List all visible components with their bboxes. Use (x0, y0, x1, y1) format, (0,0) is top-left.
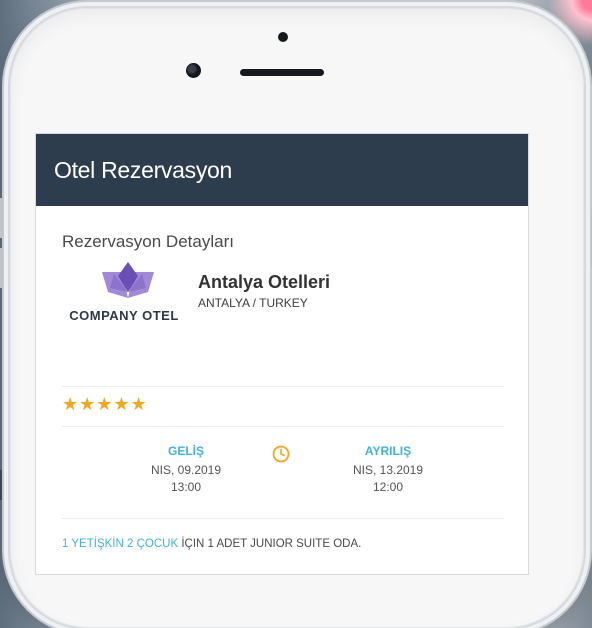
checkout-label: AYRILIŞ (364, 444, 412, 458)
room-description: İÇIN 1 ADET JUNIOR SUITE ODA. (181, 538, 362, 550)
adults-count: 1 YETİŞKİN (62, 538, 124, 550)
volume-button (0, 248, 3, 288)
app-header: Otel Rezervasyon (36, 134, 528, 206)
star-rating: ★★★★★ (62, 394, 148, 414)
checkin-time: 13:00 (170, 480, 202, 494)
app-screen: Otel Rezervasyon Rezervasyon Detayları C… (36, 134, 528, 574)
checkout-block: AYRILIŞ NIS, 13.2019 12:00 (328, 444, 448, 496)
checkin-block: GELİŞ NIS, 09.2019 13:00 (126, 444, 246, 496)
room-summary: 1 YETİŞKİN 2 ÇOCUK İÇIN 1 ADET JUNIOR SU… (62, 538, 361, 550)
earpiece-speaker (240, 69, 324, 76)
section-title: Rezervasyon Detayları (62, 232, 234, 251)
proximity-sensor (278, 32, 288, 42)
company-logo-icon (102, 262, 154, 298)
divider (62, 518, 504, 519)
hotel-name: Antalya Otelleri (198, 272, 331, 292)
divider (62, 426, 504, 427)
page-title: Otel Rezervasyon (54, 156, 232, 183)
hotel-logo: COMPANY OTEL (58, 262, 190, 326)
hotel-location: ANTALYA / TURKEY (198, 296, 308, 310)
checkout-time: 12:00 (372, 480, 404, 494)
divider (62, 386, 504, 387)
volume-button (0, 198, 3, 238)
checkin-label: GELİŞ (167, 444, 204, 458)
children-count: 2 ÇOCUK (127, 538, 179, 550)
front-camera-icon (186, 63, 201, 78)
checkout-date: NIS, 13.2019 (352, 463, 424, 477)
clock-icon (272, 445, 290, 463)
logo-text: COMPANY OTEL (69, 308, 179, 323)
checkin-date: NIS, 09.2019 (150, 463, 222, 477)
